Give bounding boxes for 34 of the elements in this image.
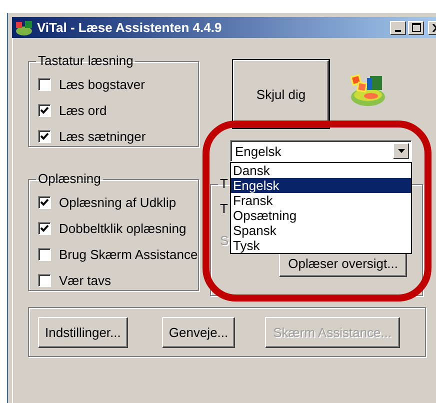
app-logo-icon (15, 20, 33, 36)
dialog-button[interactable]: Genveje... (162, 317, 236, 348)
checkbox[interactable] (38, 274, 51, 286)
checkbox[interactable] (38, 78, 51, 90)
maximize-icon (412, 23, 420, 32)
checkbox[interactable] (38, 196, 51, 208)
group-title: Oplæsning (37, 172, 102, 186)
dropdown-option[interactable]: Fransk (231, 193, 411, 208)
dialog-button[interactable]: Indstillinger... (38, 317, 128, 348)
checkbox[interactable] (38, 222, 51, 234)
checkbox-label[interactable]: Læs ord (59, 102, 107, 118)
dropdown-option[interactable]: Spansk (231, 223, 411, 238)
dropdown-option[interactable]: Opsætning (231, 208, 411, 223)
checkbox[interactable] (38, 248, 51, 260)
dropdown-option[interactable]: Dansk (231, 163, 411, 178)
checkbox-label[interactable]: Dobbeltklik oplæsning (59, 220, 186, 236)
hide-button[interactable]: Skjul dig (233, 60, 329, 128)
dropdown-option[interactable]: Engelsk (231, 178, 411, 193)
group-title: Tastatur læsning (37, 54, 134, 68)
minimize-icon (395, 30, 401, 32)
setting-label: T (220, 201, 228, 217)
checkbox-label[interactable]: Læs sætninger (59, 128, 146, 144)
maximize-button[interactable] (408, 20, 424, 34)
checkbox-label[interactable]: Vær tavs (59, 272, 112, 288)
dropdown-arrow-icon (398, 149, 404, 153)
checkbox-label[interactable]: Oplæsning af Udklip (59, 194, 176, 210)
minimize-button[interactable] (390, 20, 406, 34)
checkbox[interactable] (38, 130, 51, 142)
language-dropdown[interactable]: Engelsk (230, 140, 412, 162)
checkbox-label[interactable]: Brug Skærm Assistance (59, 246, 198, 262)
group-title: T (219, 177, 229, 191)
checkbox[interactable] (38, 104, 51, 116)
checkbox-label[interactable]: Læs bogstaver (59, 76, 145, 92)
window-title: ViTal - Læse Assistenten 4.4.9 (37, 20, 222, 35)
